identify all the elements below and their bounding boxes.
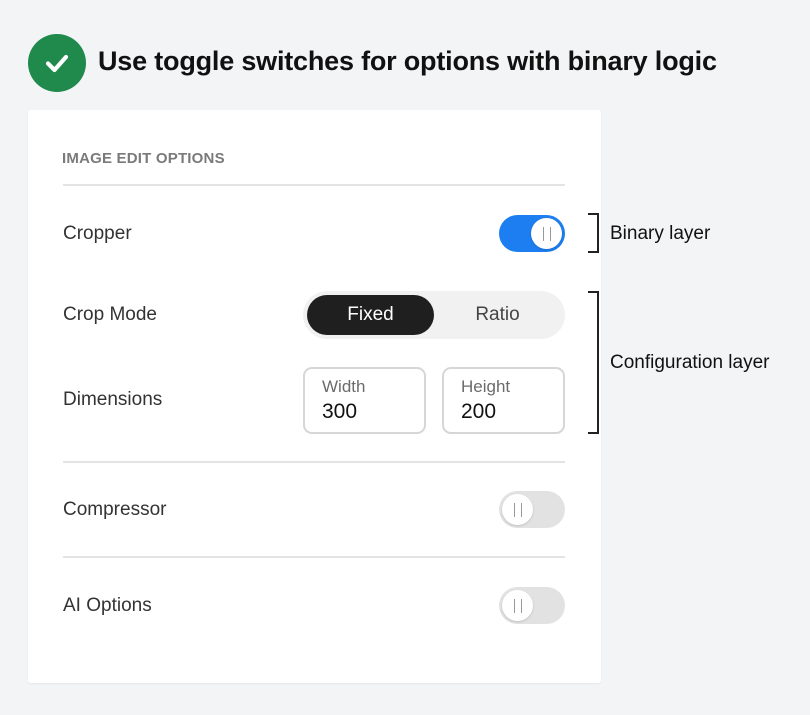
compressor-label: Compressor <box>63 499 167 520</box>
dimensions-label: Dimensions <box>63 389 163 410</box>
width-input[interactable]: Width 300 <box>303 367 426 434</box>
toggle-knob <box>502 590 533 621</box>
crop-mode-segmented-control: Fixed Ratio <box>303 291 565 339</box>
toggle-knob <box>502 494 533 525</box>
height-caption: Height <box>461 377 511 396</box>
crop-mode-label: Crop Mode <box>63 304 157 325</box>
width-value: 300 <box>322 400 358 423</box>
grip-icon <box>542 226 551 241</box>
divider <box>63 461 565 463</box>
image-edit-options-panel: IMAGE EDIT OPTIONS Cropper Crop Mode Fix… <box>28 110 601 683</box>
page-root: Use toggle switches for options with bin… <box>0 0 810 715</box>
configuration-layer-bracket <box>588 291 599 434</box>
page-heading: Use toggle switches for options with bin… <box>98 46 717 76</box>
cropper-label: Cropper <box>63 223 132 244</box>
section-title: IMAGE EDIT OPTIONS <box>62 150 225 167</box>
width-caption: Width <box>322 377 366 396</box>
height-input[interactable]: Height 200 <box>442 367 565 434</box>
ai-options-toggle[interactable] <box>499 587 565 624</box>
divider <box>63 184 565 186</box>
grip-icon <box>513 598 522 613</box>
binary-layer-label: Binary layer <box>610 223 711 244</box>
height-value: 200 <box>461 400 497 423</box>
divider <box>63 556 565 558</box>
crop-mode-option-fixed[interactable]: Fixed <box>307 295 434 335</box>
binary-layer-bracket <box>588 213 599 253</box>
crop-mode-option-ratio[interactable]: Ratio <box>434 295 561 335</box>
compressor-toggle[interactable] <box>499 491 565 528</box>
toggle-knob <box>531 218 562 249</box>
cropper-toggle[interactable] <box>499 215 565 252</box>
ai-options-label: AI Options <box>63 595 152 616</box>
configuration-layer-label: Configuration layer <box>610 352 770 373</box>
check-circle-icon <box>28 34 86 92</box>
grip-icon <box>513 502 522 517</box>
